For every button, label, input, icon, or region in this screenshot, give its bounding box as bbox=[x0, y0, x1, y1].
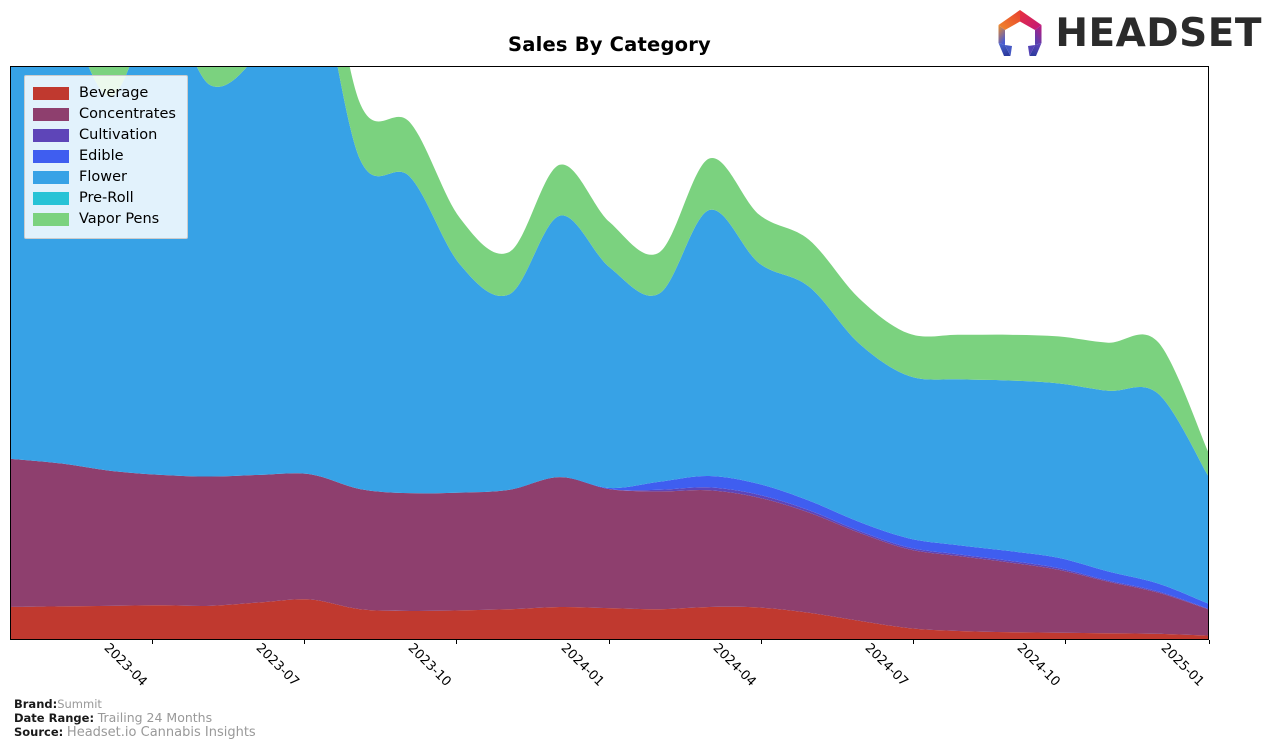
x-axis-tick-mark bbox=[1209, 640, 1210, 644]
footer-date-range-key: Date Range: bbox=[14, 711, 95, 725]
legend-swatch-icon bbox=[33, 171, 69, 184]
legend-item-label: Flower bbox=[79, 169, 127, 186]
footer-source-key: Source: bbox=[14, 724, 64, 739]
x-axis-tick-label: 2024-01 bbox=[557, 640, 607, 690]
stacked-area-chart bbox=[11, 67, 1208, 639]
legend-swatch-icon bbox=[33, 213, 69, 226]
legend-item-label: Vapor Pens bbox=[79, 211, 160, 228]
x-axis-tick-mark bbox=[151, 640, 153, 644]
x-axis-tick-mark bbox=[456, 640, 458, 644]
chart-plot-area: Beverage Concentrates Cultivation Edible Flo… bbox=[10, 66, 1209, 640]
x-axis-tick-label: 2023-07 bbox=[252, 640, 302, 690]
x-axis-tick-label: 2024-10 bbox=[1013, 640, 1063, 690]
legend-item-label: Pre-Roll bbox=[79, 190, 134, 207]
legend-item-label: Concentrates bbox=[79, 106, 176, 123]
legend-item-label: Edible bbox=[79, 148, 124, 165]
footer-brand-key: Brand: bbox=[14, 696, 58, 711]
legend-item-pre-roll[interactable]: Pre-Roll bbox=[33, 188, 176, 209]
x-axis-tick-label: 2023-10 bbox=[404, 640, 454, 690]
x-axis-tick-mark bbox=[303, 640, 305, 644]
footer-source-value: Headset.io Cannabis Insights bbox=[66, 724, 256, 740]
footer-row-source: Source: Headset.io Cannabis Insights bbox=[14, 724, 256, 740]
legend-swatch-icon bbox=[33, 87, 69, 100]
legend-item-label: Beverage bbox=[79, 85, 149, 102]
legend-item-edible[interactable]: Edible bbox=[33, 146, 176, 167]
x-axis-tick-mark bbox=[608, 640, 610, 644]
footer-row-date-range: Date Range: Trailing 24 Months bbox=[14, 711, 256, 726]
legend-swatch-icon bbox=[33, 150, 69, 163]
headset-logo: HEADSET bbox=[994, 8, 1262, 58]
x-axis-tick-mark bbox=[760, 640, 762, 644]
chart-legend: Beverage Concentrates Cultivation Edible Flo… bbox=[24, 75, 188, 239]
x-axis-tick-label: 2024-07 bbox=[861, 640, 911, 690]
x-axis-tick-mark bbox=[1065, 640, 1067, 644]
x-axis-tick-label: 2025-01 bbox=[1157, 640, 1207, 690]
headset-hexagon-logo-icon bbox=[998, 10, 1042, 56]
legend-item-vapor-pens[interactable]: Vapor Pens bbox=[33, 209, 176, 230]
legend-item-flower[interactable]: Flower bbox=[33, 167, 176, 188]
x-axis-tick-label: 2023-04 bbox=[100, 640, 150, 690]
footer-brand-value: Summit bbox=[57, 696, 102, 711]
chart-page: Sales By Category HEADSET Beverage Conce… bbox=[0, 0, 1276, 745]
legend-swatch-icon bbox=[33, 108, 69, 121]
logo-wordmark: HEADSET bbox=[1055, 10, 1262, 56]
footer-row-brand: Brand:Summit bbox=[14, 696, 256, 712]
legend-swatch-icon bbox=[33, 192, 69, 205]
x-axis-tick-mark bbox=[912, 640, 914, 644]
legend-item-cultivation[interactable]: Cultivation bbox=[33, 125, 176, 146]
legend-item-label: Cultivation bbox=[79, 127, 158, 144]
footer-date-range-value: Trailing 24 Months bbox=[97, 710, 213, 725]
chart-footer: Brand:Summit Date Range: Trailing 24 Mon… bbox=[14, 696, 256, 740]
legend-item-beverage[interactable]: Beverage bbox=[33, 83, 176, 104]
legend-swatch-icon bbox=[33, 129, 69, 142]
x-axis-tick-label: 2024-04 bbox=[709, 640, 759, 690]
legend-item-concentrates[interactable]: Concentrates bbox=[33, 104, 176, 125]
x-axis: 2023-04 2023-07 2023-10 2024-01 2024-04 2024-… bbox=[10, 640, 1210, 700]
